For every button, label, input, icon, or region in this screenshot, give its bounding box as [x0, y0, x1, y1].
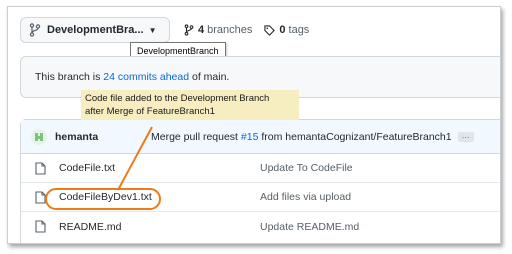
avatar[interactable] [31, 128, 47, 145]
user-avatar-icon [35, 132, 43, 141]
annotation-callout: Code file added to the Development Branc… [81, 90, 299, 120]
callout-line-2: after Merge of FeatureBranch1 [85, 106, 215, 117]
tags-link[interactable]: 0 tags [264, 24, 309, 36]
chevron-down-icon: ▼ [148, 25, 157, 35]
repo-meta: 4 branches 0 tags [184, 24, 321, 36]
ahead-suffix: of main. [192, 71, 230, 83]
file-commit-message[interactable]: Update To CodeFile [260, 162, 353, 174]
commit-message-prefix: Merge pull request [151, 130, 238, 143]
branch-select-button[interactable]: DevelopmentBra... ▼ [20, 17, 170, 43]
tags-label: tags [288, 24, 310, 36]
pull-request-link[interactable]: #15 [241, 131, 259, 143]
commits-ahead-link[interactable]: 24 commits ahead [103, 71, 189, 83]
commit-message[interactable]: Merge pull request #15 from hemantaCogni… [151, 131, 452, 143]
branch-name-label: DevelopmentBra... [47, 24, 144, 36]
file-name[interactable]: README.md [59, 221, 260, 233]
branch-toolbar: DevelopmentBra... ▼ 4 branches 0 tags [20, 17, 321, 43]
file-list: hemanta Merge pull request #15 from hema… [20, 119, 500, 243]
tags-count: 0 [279, 24, 286, 36]
commit-author[interactable]: hemanta [55, 131, 151, 143]
branches-link[interactable]: 4 branches [184, 24, 252, 36]
commit-message-suffix: from hemantaCognizant/FeatureBranch1 [261, 130, 452, 143]
ahead-prefix: This branch is [35, 71, 101, 83]
file-row[interactable]: CodeFile.txt Update To CodeFile [21, 154, 500, 183]
branches-count: 4 [198, 24, 205, 36]
branches-label: branches [207, 24, 253, 36]
git-branch-icon [184, 24, 194, 36]
file-commit-message[interactable]: Update README.md [260, 221, 359, 233]
callout-line-1: Code file added to the Development Branc… [85, 93, 270, 104]
tag-icon [264, 24, 276, 36]
expand-commit-button[interactable]: … [457, 131, 474, 142]
latest-commit-row: hemanta Merge pull request #15 from hema… [21, 120, 500, 154]
file-icon [35, 161, 46, 175]
file-icon [35, 220, 46, 233]
file-row[interactable]: README.md Update README.md [21, 212, 500, 241]
annotation-highlight-oval [45, 188, 161, 210]
git-branch-icon [29, 23, 41, 37]
file-commit-message[interactable]: Add files via upload [260, 191, 351, 203]
file-name[interactable]: CodeFile.txt [59, 162, 260, 174]
